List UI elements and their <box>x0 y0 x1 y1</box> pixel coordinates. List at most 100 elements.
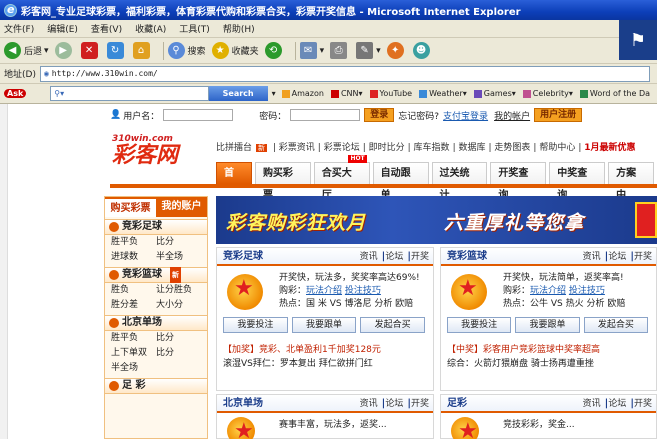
sidebar-tab-buy[interactable]: 购买彩票 <box>105 197 156 217</box>
panel-title: 足彩 <box>447 398 467 409</box>
sidebar-category-jclq[interactable]: 竞彩篮球新 <box>105 267 207 283</box>
research-button[interactable]: ☻ <box>412 42 433 59</box>
subnav-item[interactable]: 库车指数 <box>414 143 450 153</box>
basketball-icon <box>109 270 119 280</box>
bet-button[interactable]: 我要投注 <box>223 317 288 333</box>
bet-button[interactable]: 我要投注 <box>447 317 512 333</box>
tab-auto-follow[interactable]: 自动跟单 <box>372 162 429 201</box>
hot-badge: HOT <box>348 155 367 163</box>
login-button[interactable]: 登录 <box>364 108 395 122</box>
sidebar-category-zc[interactable]: 足 彩 <box>105 378 207 394</box>
menu-edit[interactable]: 编辑(E) <box>47 22 78 35</box>
sidebar-item[interactable]: 胜平负 <box>111 331 156 346</box>
history-button[interactable]: ⟲ <box>264 42 285 59</box>
tab-prize-check[interactable]: 中奖查询 <box>549 162 606 201</box>
subnav-item[interactable]: 彩票论坛 <box>324 143 360 153</box>
ask-item-weather[interactable]: Weather ▾ <box>419 89 467 98</box>
edit-button[interactable]: ✎ ▾ <box>356 42 381 59</box>
site-logo[interactable]: 310win.com 彩客网 <box>112 134 198 178</box>
sidebar-item[interactable]: 上下单双 <box>111 346 156 361</box>
menu-favorites[interactable]: 收藏(A) <box>135 22 166 35</box>
tab-plans[interactable]: 方案中 <box>608 162 654 201</box>
ask-item-games[interactable]: Games ▾ <box>473 89 516 98</box>
ask-item-amazon[interactable]: Amazon <box>281 89 324 98</box>
subnav-promo[interactable]: 1月最新优惠 <box>584 143 635 153</box>
menu-help[interactable]: 帮助(H) <box>223 22 255 35</box>
edit-icon: ✎ <box>356 42 374 59</box>
my-account-link[interactable]: 我的帐户 <box>494 109 530 122</box>
mail-icon: ✉ <box>299 42 317 59</box>
main-nav: 首页 购买彩票 合买大厅HOT 自动跟单 过关统计 开奖查询 中奖查询 方案中 <box>216 155 657 201</box>
tab-draw-results[interactable]: 开奖查询 <box>490 162 547 201</box>
group-buy-button[interactable]: 发起合买 <box>360 317 426 333</box>
toolbar: ◀ 后退 ▾ ▶ ✕ ↻ ⌂ ⚲ 搜索 ★ 收藏夹 ⟲ ✉ ▾ ⎙ ✎ ▾ ✦ ☻ <box>0 38 657 64</box>
follow-button[interactable]: 我要跟单 <box>291 317 357 333</box>
news-link[interactable]: 【加奖】竞彩、北单盈利1千加奖128元 <box>223 343 429 357</box>
sidebar-item[interactable]: 胜平负 <box>111 235 156 250</box>
sidebar-item[interactable]: 半全场 <box>111 361 156 376</box>
menu-file[interactable]: 文件(F) <box>4 22 34 35</box>
promo-banner[interactable]: 彩客购彩狂欢月 六重厚礼等您拿 <box>216 196 657 244</box>
sidebar-item[interactable]: 比分 <box>156 235 201 250</box>
subnav-item[interactable]: 数据库 <box>458 143 485 153</box>
sidebar-item[interactable]: 大小分 <box>156 298 201 313</box>
panel-title: 竞彩篮球 <box>447 251 487 262</box>
sidebar-item[interactable]: 胜负 <box>111 283 156 298</box>
sidebar-item[interactable]: 进球数 <box>111 250 156 265</box>
search-button[interactable]: ⚲ 搜索 <box>167 42 206 59</box>
username-input[interactable] <box>163 109 234 121</box>
subnav-item[interactable]: 走势图表 <box>494 143 530 153</box>
menu-view[interactable]: 查看(V) <box>91 22 122 35</box>
ask-item-youtube[interactable]: YouTube <box>369 89 412 98</box>
ask-item-celebrity[interactable]: Celebrity ▾ <box>522 89 573 98</box>
sidebar-tab-account[interactable]: 我的账户 <box>156 197 207 217</box>
tab-group-buy[interactable]: 合买大厅HOT <box>313 155 370 201</box>
ie-icon <box>4 3 17 17</box>
follow-button[interactable]: 我要跟单 <box>515 317 580 333</box>
sidebar-item[interactable]: 让分胜负 <box>156 283 201 298</box>
subnav-item[interactable]: 彩票资讯 <box>279 143 315 153</box>
sidebar-category-jczq[interactable]: 竞彩足球 <box>105 219 207 235</box>
tab-home[interactable]: 首页 <box>216 162 252 201</box>
menu-tools[interactable]: 工具(T) <box>179 22 210 35</box>
gift-icon <box>635 202 657 238</box>
address-input[interactable]: ◉ http://www.310win.com/ <box>39 65 650 82</box>
news-link[interactable]: 【中奖】彩客用户竞彩篮球中奖率超高 <box>447 343 652 357</box>
subnav-item[interactable]: 帮助中心 <box>539 143 575 153</box>
print-button[interactable]: ⎙ <box>330 42 350 59</box>
home-button[interactable]: ⌂ <box>132 42 153 59</box>
sidebar-item[interactable]: 比分 <box>156 331 201 346</box>
subnav-item[interactable]: 比拼擂台 <box>216 143 252 153</box>
stop-button[interactable]: ✕ <box>80 42 101 59</box>
sidebar-item[interactable]: 半全场 <box>156 250 201 265</box>
window-title: 彩客网_专业足球彩票，福利彩票，体育彩票代购和彩票合买，彩票开奖信息 - Mic… <box>21 6 521 18</box>
news-link[interactable]: 综合：火箭灯猥崩盘 骑士扬再遭重挫 <box>447 357 652 371</box>
ask-search-input[interactable]: ⚲▾ <box>50 86 209 101</box>
back-button[interactable]: ◀ 后退 ▾ <box>4 42 49 59</box>
title-bar: 彩客网_专业足球彩票，福利彩票，体育彩票代购和彩票合买，彩票开奖信息 - Mic… <box>0 0 657 20</box>
panel-title: 北京单场 <box>223 398 263 409</box>
ask-item-cnn[interactable]: CNN ▾ <box>330 89 363 98</box>
alipay-login-link[interactable]: 支付宝登录 <box>443 109 488 122</box>
news-link[interactable]: 滚湿VS拜仁：罗本复出 拜仁欲拼门红 <box>223 357 429 371</box>
panel-title: 竞彩足球 <box>223 251 263 262</box>
group-buy-button[interactable]: 发起合买 <box>583 317 648 333</box>
panel-jclq: 竞彩篮球资讯|论坛|开奖 开奖快，玩法简单，返奖率高! 购彩：玩法介绍 投注技巧… <box>440 247 657 391</box>
register-button[interactable]: 用户注册 <box>534 108 583 122</box>
sidebar-item[interactable]: 比分 <box>156 346 201 361</box>
tab-pass-stats[interactable]: 过关统计 <box>431 162 488 201</box>
mail-button[interactable]: ✉ ▾ <box>299 42 324 59</box>
subnav-item[interactable]: 即时比分 <box>369 143 405 153</box>
ask-item-word[interactable]: Word of the Da <box>579 89 650 98</box>
messenger-button[interactable]: ✦ <box>386 42 407 59</box>
sidebar-item[interactable]: 胜分差 <box>111 298 156 313</box>
ask-search-button[interactable]: Search <box>208 86 268 101</box>
forward-button[interactable]: ▶ <box>54 42 75 59</box>
sidebar-category-bjdc[interactable]: 北京单场 <box>105 315 207 331</box>
refresh-button[interactable]: ↻ <box>106 42 127 59</box>
soccer-icon <box>451 417 479 439</box>
password-input[interactable] <box>290 109 361 121</box>
favorites-button[interactable]: ★ 收藏夹 <box>211 42 259 59</box>
forgot-password-link[interactable]: 忘记密码? <box>398 109 439 122</box>
tab-buy[interactable]: 购买彩票 <box>254 162 311 201</box>
